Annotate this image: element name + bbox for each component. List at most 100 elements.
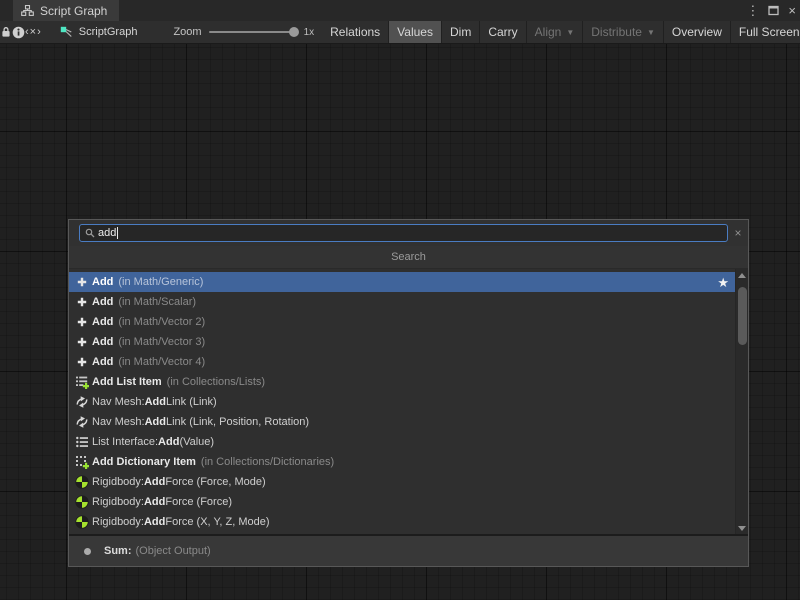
result-category: (in Math/Generic) <box>118 276 203 288</box>
toolbar-button-label: Align <box>535 25 562 39</box>
result-text: Link (Link, Position, Rotation) <box>166 416 309 428</box>
result-text: Add <box>158 436 179 448</box>
search-result-row[interactable]: Nav Mesh: Add Link (Link, Position, Rota… <box>69 412 735 432</box>
result-text: Add <box>92 356 113 368</box>
result-text: Force (Force) <box>165 496 232 508</box>
result-text: Add <box>92 296 113 308</box>
search-results-list: Add (in Math/Generic) ★ Add (in Math/Scalar)… <box>69 269 748 534</box>
zoom-slider-handle[interactable] <box>289 27 299 37</box>
rigidbody-icon <box>74 495 89 509</box>
result-text: Add <box>92 316 113 328</box>
window-close-icon[interactable]: × <box>788 4 796 17</box>
zoom-control: Zoom 1x <box>151 21 322 43</box>
result-text: Add <box>92 276 113 288</box>
toolbar-button-align: Align▼ <box>527 21 583 43</box>
zoom-slider[interactable] <box>209 31 297 33</box>
result-text: Rigidbody: <box>92 496 144 508</box>
scroll-up-icon[interactable] <box>736 269 749 281</box>
result-category: (in Math/Scalar) <box>118 296 196 308</box>
clear-search-icon[interactable]: × <box>728 227 748 239</box>
summary-name: Sum: <box>104 545 132 557</box>
result-text: List Interface: <box>92 436 158 448</box>
scroll-down-icon[interactable] <box>736 522 749 534</box>
search-result-row[interactable]: Rigidbody: Add Force (X, Y, Z, Mode) <box>69 512 735 532</box>
toolbar-button-relations[interactable]: Relations <box>322 21 388 43</box>
result-category: (in Math/Vector 2) <box>118 316 205 328</box>
result-category: (in Collections/Dictionaries) <box>201 456 334 468</box>
toolbar-button-dim[interactable]: Dim <box>442 21 479 43</box>
toolbar-button-full-screen[interactable]: Full Screen <box>731 21 800 43</box>
plus-icon <box>74 335 89 349</box>
selected-item-summary: Sum: (Object Output) <box>69 534 748 566</box>
toolbar-button-label: Dim <box>450 25 471 39</box>
graph-name-label: ScriptGraph <box>79 26 138 38</box>
script-graph-window: Script Graph ⋮ × <box>0 0 800 600</box>
graph-canvas[interactable]: add × Search Add(in Math/Generic)★Add(in… <box>0 44 800 600</box>
search-input[interactable]: add <box>79 224 728 242</box>
search-result-row[interactable]: Add Dictionary Item (in Collections/Dicti… <box>69 452 735 472</box>
search-query-text: add <box>98 228 116 239</box>
toolbar-button-label: Full Screen <box>739 25 800 39</box>
zoom-value: 1x <box>304 27 315 38</box>
toolbar-button-carry[interactable]: Carry <box>480 21 525 43</box>
result-text: Add Dictionary Item <box>92 456 196 468</box>
plus-icon <box>74 315 89 329</box>
search-result-row[interactable]: Add(in Math/Vector 3) <box>69 332 735 352</box>
result-text: Nav Mesh: <box>92 416 145 428</box>
scrollbar-thumb[interactable] <box>738 287 747 345</box>
search-result-row[interactable]: Add (in Math/Generic) ★ <box>69 272 735 292</box>
fuzzy-finder-popup: add × Search Add(in Math/Generic)★Add(in… <box>68 219 749 567</box>
toolbar-button-label: Carry <box>488 25 517 39</box>
search-result-row[interactable]: Add (in Math/Vector 2) <box>69 312 735 332</box>
rigidbody-icon <box>74 515 89 529</box>
search-result-row[interactable]: List Interface: Add (Value) <box>69 432 735 452</box>
info-button[interactable] <box>12 21 25 43</box>
result-text: Force (Force, Mode) <box>165 476 265 488</box>
toolbar-button-distribute: Distribute ▼ <box>583 21 663 43</box>
script-graph-icon <box>60 26 73 39</box>
navmesh-icon <box>74 395 89 409</box>
search-result-row[interactable]: Nav Mesh: Add Link (Link) <box>69 392 735 412</box>
navmesh-icon <box>74 415 89 429</box>
window-menu-icon[interactable]: ⋮ <box>746 4 759 17</box>
result-category: (in Math/Vector 4) <box>118 356 205 368</box>
lock-button[interactable] <box>0 21 12 43</box>
graph-hierarchy-icon <box>21 5 34 16</box>
toolbar-button-overview[interactable]: Overview <box>664 21 730 43</box>
window-controls: ⋮ × <box>746 0 796 21</box>
chevron-down-icon: ▼ <box>647 29 655 37</box>
result-text: Link (Link) <box>166 396 217 408</box>
search-result-row[interactable]: Rigidbody: Add Force (Force, Mode) <box>69 472 735 492</box>
result-text: Nav Mesh: <box>92 396 145 408</box>
plus-icon <box>74 275 89 289</box>
tab-script-graph[interactable]: Script Graph <box>13 0 119 21</box>
search-result-row[interactable]: Add (in Math/Scalar) <box>69 292 735 312</box>
result-category: (in Math/Vector 3) <box>118 336 205 348</box>
rigidbody-icon <box>74 475 89 489</box>
toolbar-button-values[interactable]: Values <box>389 21 441 43</box>
search-result-row[interactable]: Add List Item(in Collections/Lists) <box>69 372 735 392</box>
favorite-star-icon[interactable]: ★ <box>717 276 729 289</box>
summary-detail: (Object Output) <box>136 545 211 557</box>
result-text: Add <box>144 496 165 508</box>
code-view-button[interactable]: ‹×› <box>25 21 42 43</box>
result-text: Rigidbody: <box>92 516 144 528</box>
window-maximize-icon[interactable] <box>768 5 779 16</box>
toolbar-button-label: Distribute <box>591 25 642 39</box>
toolbar-button-label: Relations <box>330 25 380 39</box>
search-result-row[interactable]: Rigidbody: Add Force (Force) <box>69 492 735 512</box>
code-angle-icon: ‹×› <box>25 26 42 38</box>
search-results-header: Search <box>69 246 748 269</box>
search-result-row[interactable]: Add (in Math/Vector 4) <box>69 352 735 372</box>
scrollbar[interactable] <box>735 269 748 534</box>
zoom-label: Zoom <box>173 26 201 38</box>
result-text: Add <box>144 476 165 488</box>
graph-breadcrumb[interactable]: ScriptGraph <box>42 21 152 43</box>
result-text: Rigidbody: <box>92 476 144 488</box>
result-text: Add <box>145 416 166 428</box>
search-row: add × <box>69 220 748 246</box>
result-text: Add <box>144 516 165 528</box>
list-add-icon <box>74 375 89 389</box>
result-category: (in Collections/Lists) <box>167 376 265 388</box>
result-text: Force (X, Y, Z, Mode) <box>165 516 269 528</box>
